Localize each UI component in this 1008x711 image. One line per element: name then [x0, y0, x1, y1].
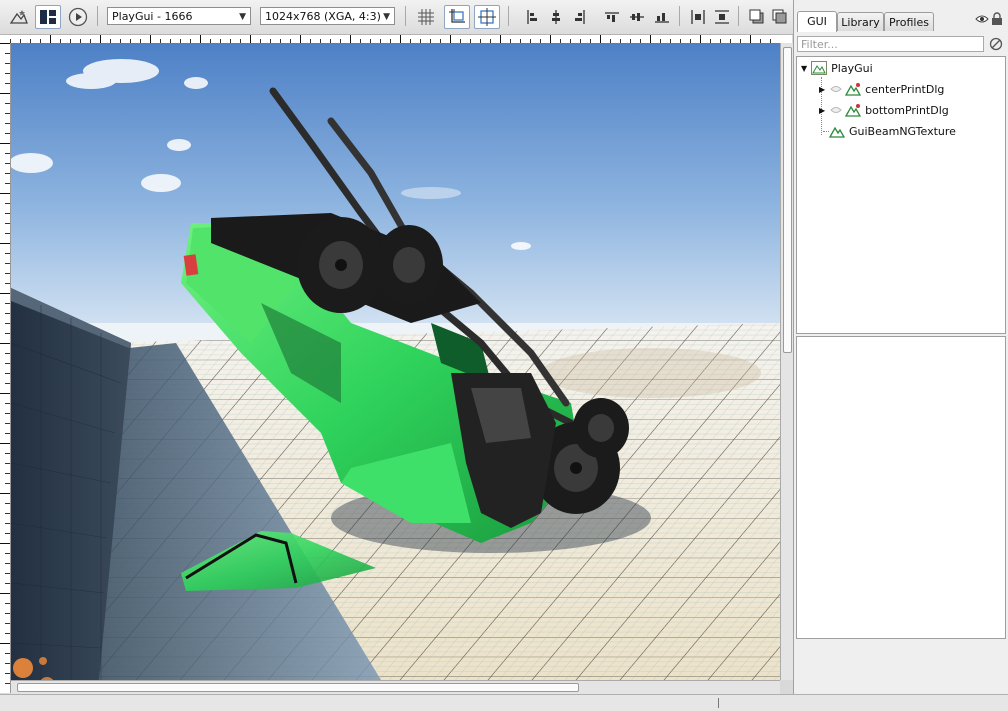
gui-select[interactable]: PlayGui - 1666 ▼: [107, 7, 251, 25]
gui-control-icon: [829, 126, 845, 138]
wheel: [297, 217, 385, 313]
align-bottom-icon[interactable]: [649, 5, 675, 29]
resolution-select-value: 1024x768 (XGA, 4:3): [265, 10, 381, 23]
center-snap-icon[interactable]: [474, 5, 500, 29]
tree-item-label: bottomPrintDlg: [865, 103, 949, 117]
tab-profiles[interactable]: Profiles: [884, 12, 934, 31]
scrollbar-thumb[interactable]: [783, 47, 792, 353]
chevron-down-icon: ▼: [239, 12, 246, 22]
align-right-icon[interactable]: [566, 5, 592, 29]
scrollbar-thumb[interactable]: [17, 683, 579, 692]
layout-icon[interactable]: [35, 5, 61, 29]
gui-tree-panel: GUI Library Profiles Filter... ▼ PlayGui…: [793, 0, 1008, 694]
gui-tree: ▼ PlayGui ▶ centerPrintDlg ▶ bottomPrint…: [796, 56, 1006, 334]
distribute-v-icon[interactable]: [709, 5, 735, 29]
visibility-eye-icon[interactable]: [830, 105, 842, 115]
gui-select-value: PlayGui - 1666: [112, 10, 193, 23]
bring-to-front-icon[interactable]: [767, 5, 793, 29]
distribute-h-icon[interactable]: [685, 5, 711, 29]
toolbar-separator: [97, 6, 98, 26]
gui-control-icon: [845, 83, 862, 96]
tree-item-label: PlayGui: [831, 61, 873, 75]
chevron-down-icon: ▼: [383, 12, 390, 22]
viewport-vertical-scrollbar[interactable]: [780, 43, 793, 680]
expand-arrow-icon[interactable]: ▶: [819, 106, 825, 115]
grid-snap-icon[interactable]: [413, 5, 439, 29]
tree-item-playgui[interactable]: ▼ PlayGui: [801, 59, 873, 77]
tree-item-centerprintdlg[interactable]: ▶ centerPrintDlg: [817, 80, 944, 98]
tree-item-bottomprintdlg[interactable]: ▶ bottomPrintDlg: [817, 101, 949, 119]
edge-snap-icon[interactable]: [444, 5, 470, 29]
gui-editor-icon[interactable]: [6, 5, 32, 29]
tree-item-label: centerPrintDlg: [865, 82, 945, 96]
align-top-icon[interactable]: [599, 5, 625, 29]
tree-item-label: GuiBeamNGTexture: [849, 124, 956, 138]
filter-placeholder: Filter...: [801, 38, 838, 51]
toolbar-separator: [405, 6, 406, 26]
tab-library[interactable]: Library: [837, 12, 884, 31]
gui-control-icon: [845, 104, 862, 117]
clear-filter-icon[interactable]: [989, 37, 1003, 54]
toolbar-separator: [679, 6, 680, 26]
lock-icon[interactable]: [991, 12, 1003, 29]
visibility-eye-icon[interactable]: [830, 84, 842, 94]
expand-arrow-icon[interactable]: ▼: [801, 64, 807, 73]
status-divider: [718, 698, 719, 708]
eye-icon[interactable]: [975, 13, 989, 28]
vertical-ruler: [0, 43, 11, 693]
status-bar: [0, 694, 1008, 711]
viewport-horizontal-scrollbar[interactable]: [11, 680, 780, 694]
play-icon[interactable]: [65, 5, 91, 29]
toolbar-separator: [738, 6, 739, 26]
gui-control-icon: [811, 61, 828, 75]
tree-item-guibeamngtexture[interactable]: GuiBeamNGTexture: [823, 122, 956, 140]
inspector-panel: [796, 336, 1006, 639]
tab-gui[interactable]: GUI: [797, 11, 837, 32]
resolution-select[interactable]: 1024x768 (XGA, 4:3) ▼: [260, 7, 395, 25]
expand-arrow-icon[interactable]: ▶: [819, 85, 825, 94]
toolbar-separator: [508, 6, 509, 26]
game-viewport[interactable]: [11, 43, 780, 680]
align-middle-v-icon[interactable]: [624, 5, 650, 29]
filter-input[interactable]: Filter...: [797, 36, 984, 52]
